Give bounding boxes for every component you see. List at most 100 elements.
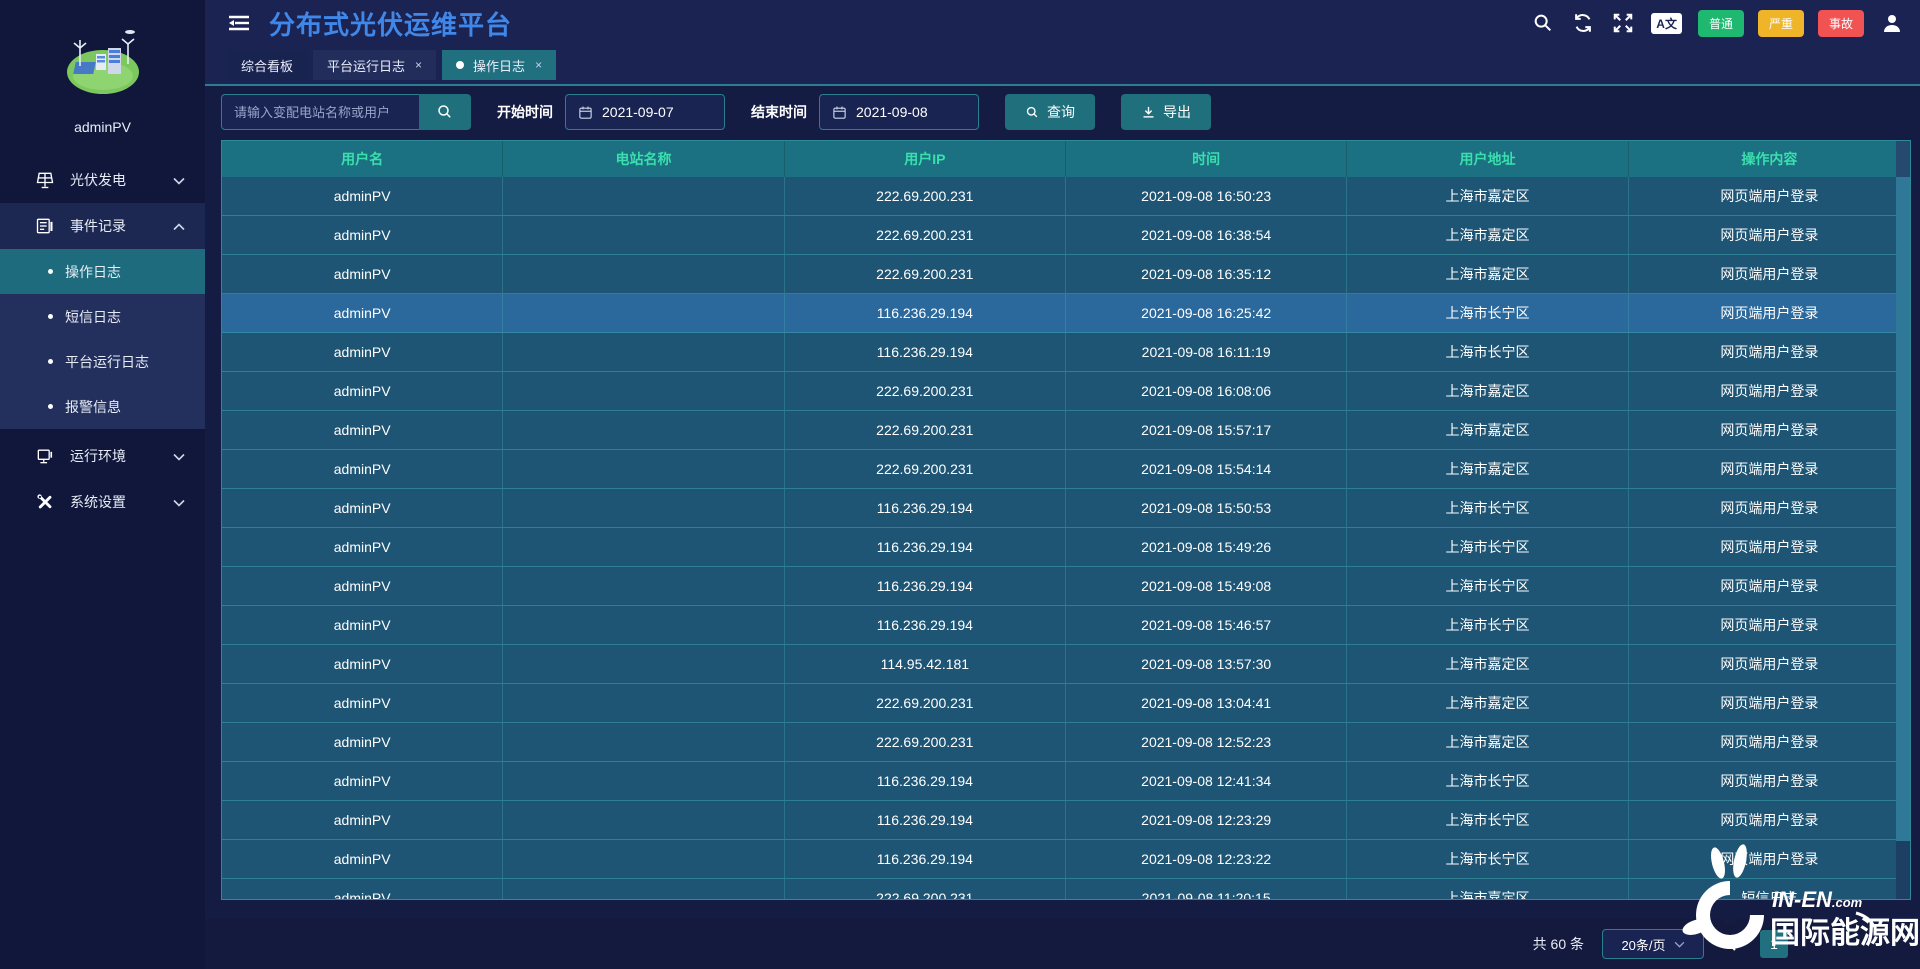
tab-dashboard[interactable]: 综合看板	[227, 50, 307, 80]
table-row[interactable]: adminPV 116.236.29.194 2021-09-08 16:25:…	[222, 294, 1910, 333]
table-row[interactable]: adminPV 222.69.200.231 2021-09-08 15:57:…	[222, 411, 1910, 450]
cell-operation: 网页端用户登录	[1629, 567, 1910, 605]
page-number-button[interactable]: 1	[1760, 930, 1788, 958]
cell-user-ip: 222.69.200.231	[785, 879, 1066, 900]
cell-time: 2021-09-08 16:38:54	[1066, 216, 1347, 254]
event-log-icon	[34, 215, 56, 237]
table-row[interactable]: adminPV 116.236.29.194 2021-09-08 15:49:…	[222, 528, 1910, 567]
cell-operation: 网页端用户登录	[1629, 294, 1910, 332]
cell-user-ip: 114.95.42.181	[785, 645, 1066, 683]
cell-user-address: 上海市嘉定区	[1347, 411, 1628, 449]
sidebar-item-running-environment[interactable]: 运行环境	[0, 433, 205, 479]
table-header-cell[interactable]: 用户地址	[1347, 141, 1628, 177]
sidebar-item-event-records[interactable]: 事件记录	[0, 203, 205, 249]
alarm-badge[interactable]: 事故	[1818, 10, 1864, 37]
cell-user-address: 上海市长宁区	[1347, 294, 1628, 332]
sidebar-item-system-settings[interactable]: 系统设置	[0, 479, 205, 525]
table-row[interactable]: adminPV 222.69.200.231 2021-09-08 16:35:…	[222, 255, 1910, 294]
collapse-sidebar-icon[interactable]	[227, 12, 253, 34]
search-input[interactable]	[221, 94, 419, 130]
start-date-picker[interactable]: 2021-09-07	[565, 94, 725, 130]
pagination-bar: 共 60 条 20条/页 1	[205, 919, 1920, 969]
tab-platform-run-log[interactable]: 平台运行日志 ×	[313, 50, 436, 80]
cell-user-address: 上海市长宁区	[1347, 801, 1628, 839]
sidebar-item-label: 运行环境	[70, 446, 126, 466]
fullscreen-icon[interactable]	[1611, 11, 1635, 35]
cell-time: 2021-09-08 11:20:15	[1066, 879, 1347, 900]
cell-username: adminPV	[222, 333, 503, 371]
table-scrollbar[interactable]	[1896, 141, 1910, 899]
tab-operation-log[interactable]: 操作日志 ×	[442, 50, 556, 80]
cell-operation: 网页端用户登录	[1629, 450, 1910, 488]
cell-time: 2021-09-08 12:52:23	[1066, 723, 1347, 761]
filter-bar: 开始时间 2021-09-07 结束时间 2021-09-08	[221, 94, 1911, 130]
sidebar-item-sms-log[interactable]: 短信日志	[0, 294, 205, 339]
page-size-select[interactable]: 20条/页	[1602, 929, 1704, 959]
table-row[interactable]: adminPV 116.236.29.194 2021-09-08 15:46:…	[222, 606, 1910, 645]
sidebar-item-pv-generation[interactable]: 光伏发电	[0, 157, 205, 203]
alarm-badge[interactable]: 普通	[1698, 10, 1744, 37]
cell-operation: 网页端用户登录	[1629, 177, 1910, 215]
table-row[interactable]: adminPV 114.95.42.181 2021-09-08 13:57:3…	[222, 645, 1910, 684]
sidebar-item-label: 光伏发电	[70, 170, 126, 190]
cell-username: adminPV	[222, 801, 503, 839]
download-icon	[1141, 105, 1156, 120]
language-translate-icon[interactable]: A文	[1651, 13, 1682, 34]
table-row[interactable]: adminPV 222.69.200.231 2021-09-08 16:38:…	[222, 216, 1910, 255]
sidebar-item-alarm-info[interactable]: 报警信息	[0, 384, 205, 429]
cell-operation: 网页端用户登录	[1629, 801, 1910, 839]
export-button[interactable]: 导出	[1121, 94, 1211, 130]
chevron-down-icon	[173, 172, 185, 188]
table-header-cell[interactable]: 操作内容	[1629, 141, 1910, 177]
cell-user-address: 上海市长宁区	[1347, 528, 1628, 566]
cell-user-address: 上海市嘉定区	[1347, 645, 1628, 683]
query-button[interactable]: 查询	[1005, 94, 1095, 130]
search-button[interactable]	[419, 94, 471, 130]
table-row[interactable]: adminPV 116.236.29.194 2021-09-08 15:50:…	[222, 489, 1910, 528]
query-button-label: 查询	[1047, 102, 1075, 122]
table-row[interactable]: adminPV 222.69.200.231 2021-09-08 12:52:…	[222, 723, 1910, 762]
alarm-badge[interactable]: 严重	[1758, 10, 1804, 37]
submenu-item-label: 报警信息	[65, 397, 121, 417]
cell-user-address: 上海市长宁区	[1347, 606, 1628, 644]
table-row[interactable]: adminPV 222.69.200.231 2021-09-08 16:08:…	[222, 372, 1910, 411]
bullet-dot-icon	[48, 359, 53, 364]
sidebar-item-platform-run-log[interactable]: 平台运行日志	[0, 339, 205, 384]
table-row[interactable]: adminPV 116.236.29.194 2021-09-08 15:49:…	[222, 567, 1910, 606]
cell-username: adminPV	[222, 723, 503, 761]
cell-station-name	[503, 177, 784, 215]
user-icon[interactable]	[1880, 11, 1904, 35]
start-date-value: 2021-09-07	[602, 104, 674, 120]
table-row[interactable]: adminPV 116.236.29.194 2021-09-08 12:23:…	[222, 801, 1910, 840]
cell-operation: 网页端用户登录	[1629, 528, 1910, 566]
cell-user-ip: 116.236.29.194	[785, 489, 1066, 527]
table-row[interactable]: adminPV 116.236.29.194 2021-09-08 12:23:…	[222, 840, 1910, 879]
cell-user-ip: 222.69.200.231	[785, 450, 1066, 488]
table-header-cell[interactable]: 时间	[1066, 141, 1347, 177]
close-icon[interactable]: ×	[535, 58, 542, 72]
sidebar-menu: 光伏发电 事件记录	[0, 157, 205, 525]
table-row[interactable]: adminPV 222.69.200.231 2021-09-08 16:50:…	[222, 177, 1910, 216]
table-row[interactable]: adminPV 222.69.200.231 2021-09-08 11:20:…	[222, 879, 1910, 900]
table-header-cell[interactable]: 用户名	[222, 141, 503, 177]
table-row[interactable]: adminPV 116.236.29.194 2021-09-08 12:41:…	[222, 762, 1910, 801]
close-icon[interactable]: ×	[415, 58, 422, 72]
scrollbar-thumb[interactable]	[1896, 177, 1910, 841]
end-date-picker[interactable]: 2021-09-08	[819, 94, 979, 130]
prev-page-icon[interactable]	[1722, 934, 1742, 954]
active-tab-dot-icon	[456, 61, 464, 69]
cell-station-name	[503, 489, 784, 527]
sidebar-item-operation-log[interactable]: 操作日志	[0, 249, 205, 294]
cell-time: 2021-09-08 13:04:41	[1066, 684, 1347, 722]
cell-user-ip: 116.236.29.194	[785, 801, 1066, 839]
table-row[interactable]: adminPV 222.69.200.231 2021-09-08 13:04:…	[222, 684, 1910, 723]
table-row[interactable]: adminPV 116.236.29.194 2021-09-08 16:11:…	[222, 333, 1910, 372]
table-header-cell[interactable]: 电站名称	[503, 141, 784, 177]
sidebar-username: adminPV	[0, 119, 205, 135]
cell-operation: 网页端用户登录	[1629, 645, 1910, 683]
table-body: adminPV 222.69.200.231 2021-09-08 16:50:…	[222, 177, 1910, 900]
search-icon[interactable]	[1531, 11, 1555, 35]
table-row[interactable]: adminPV 222.69.200.231 2021-09-08 15:54:…	[222, 450, 1910, 489]
refresh-icon[interactable]	[1571, 11, 1595, 35]
table-header-cell[interactable]: 用户IP	[785, 141, 1066, 177]
